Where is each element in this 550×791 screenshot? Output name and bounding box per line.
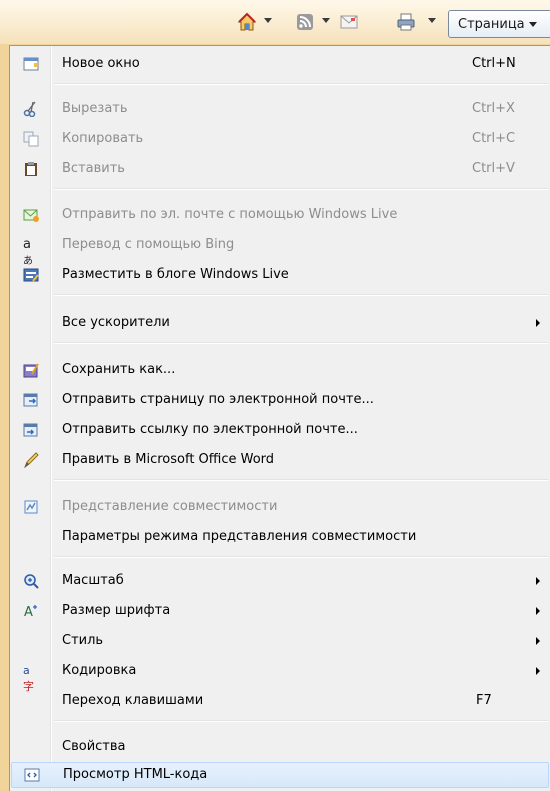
menu-item-send-link-email[interactable]: Отправить ссылку по электронной почте... xyxy=(10,417,550,443)
menu-item-label: Просмотр HTML-кода xyxy=(63,767,208,782)
compatibility-view-icon xyxy=(23,499,39,515)
view-source-icon xyxy=(24,767,40,783)
menu-item-encoding[interactable]: a字 Кодировка xyxy=(10,658,550,693)
menu-item-label: Отправить по эл. почте с помощью Windows… xyxy=(62,207,398,222)
font-size-icon: A xyxy=(23,603,39,620)
translate-icon: aあ xyxy=(23,237,33,267)
submenu-arrow-icon xyxy=(536,319,540,327)
rss-dropdown-icon[interactable] xyxy=(322,18,330,23)
menu-item-copy[interactable]: Копировать Ctrl+C xyxy=(10,126,550,152)
menu-item-label: Сохранить как... xyxy=(62,362,176,377)
menu-item-label: Кодировка xyxy=(62,663,137,678)
menu-item-label: Вырезать xyxy=(62,101,128,116)
submenu-arrow-icon xyxy=(536,667,540,675)
menu-separator xyxy=(54,188,548,190)
menu-separator xyxy=(54,83,548,85)
home-dropdown-icon[interactable] xyxy=(264,18,272,23)
encoding-icon: a字 xyxy=(23,664,34,693)
menu-item-shortcut: F7 xyxy=(476,693,492,708)
menu-item-label: Править в Microsoft Office Word xyxy=(62,452,275,467)
menu-separator xyxy=(54,342,548,344)
paste-icon xyxy=(23,161,39,177)
chevron-down-icon xyxy=(528,21,537,27)
page-menu-button[interactable]: Страница xyxy=(448,10,550,38)
rss-feed-icon[interactable] xyxy=(294,10,316,34)
email-windows-live-icon xyxy=(23,207,39,223)
menu-item-compatibility-settings[interactable]: Параметры режима представления совместим… xyxy=(10,524,550,550)
menu-item-label: Масштаб xyxy=(62,573,124,588)
cut-icon xyxy=(23,101,39,118)
menu-item-send-page-email[interactable]: Отправить страницу по электронной почте.… xyxy=(10,387,550,413)
blog-icon xyxy=(23,267,39,283)
read-mail-icon[interactable] xyxy=(338,10,360,34)
menu-item-caret-browsing[interactable]: Переход клавишами F7 xyxy=(10,688,550,714)
print-dropdown-icon[interactable] xyxy=(428,18,436,23)
menu-separator xyxy=(54,479,548,481)
menu-item-label: Перевод с помощью Bing xyxy=(62,237,235,252)
page-menu-button-label: Страница xyxy=(458,16,525,32)
menu-item-shortcut: Ctrl+C xyxy=(472,131,516,146)
menu-item-edit-in-word[interactable]: Править в Microsoft Office Word xyxy=(10,447,550,473)
menu-item-style[interactable]: Стиль xyxy=(10,628,550,654)
menu-item-label: Вставить xyxy=(62,161,125,176)
submenu-arrow-icon xyxy=(536,607,540,615)
menu-item-label: Представление совместимости xyxy=(62,499,278,514)
menu-item-paste[interactable]: Вставить Ctrl+V xyxy=(10,156,550,182)
menu-item-shortcut: Ctrl+N xyxy=(472,56,516,71)
menu-item-blog-windows-live[interactable]: Разместить в блоге Windows Live xyxy=(10,262,550,288)
menu-item-label: Отправить ссылку по электронной почте... xyxy=(62,422,358,437)
menu-separator xyxy=(54,294,548,296)
page-menu: Новое окно Ctrl+N Вырезать Ctrl+X Копиро… xyxy=(9,45,550,791)
menu-item-all-accelerators[interactable]: Все ускорители xyxy=(10,310,550,336)
menu-item-cut[interactable]: Вырезать Ctrl+X xyxy=(10,96,550,122)
menu-item-label: Отправить страницу по электронной почте.… xyxy=(62,392,374,407)
submenu-arrow-icon xyxy=(536,637,540,645)
menu-item-font-size[interactable]: A Размер шрифта xyxy=(10,598,550,624)
menu-item-translate-bing[interactable]: aあ Перевод с помощью Bing xyxy=(10,232,550,267)
menu-item-zoom[interactable]: Масштаб xyxy=(10,568,550,594)
menu-item-properties[interactable]: Свойства xyxy=(10,734,550,760)
menu-item-label: Новое окно xyxy=(62,56,140,71)
home-icon[interactable] xyxy=(236,10,258,34)
menu-item-label: Свойства xyxy=(62,739,126,754)
menu-item-label: Параметры режима представления совместим… xyxy=(62,529,417,544)
new-window-icon xyxy=(23,56,39,72)
copy-icon xyxy=(23,131,39,147)
menu-item-email-windows-live[interactable]: Отправить по эл. почте с помощью Windows… xyxy=(10,202,550,228)
edit-pencil-icon xyxy=(23,452,39,469)
save-as-icon xyxy=(23,362,39,378)
print-icon[interactable] xyxy=(394,10,418,34)
menu-separator xyxy=(54,720,548,722)
menu-item-label: Размер шрифта xyxy=(62,603,171,618)
toolbar: Страница xyxy=(0,10,550,42)
menu-item-save-as[interactable]: Сохранить как... xyxy=(10,357,550,383)
send-link-icon xyxy=(23,422,39,438)
menu-item-compatibility-view[interactable]: Представление совместимости xyxy=(10,494,550,520)
submenu-arrow-icon xyxy=(536,577,540,585)
menu-item-shortcut: Ctrl+X xyxy=(472,101,515,116)
menu-item-label: Разместить в блоге Windows Live xyxy=(62,267,289,282)
menu-item-label: Копировать xyxy=(62,131,144,146)
menu-item-view-source[interactable]: Просмотр HTML-кода xyxy=(11,762,549,788)
svg-text:A: A xyxy=(24,605,33,619)
menu-item-shortcut: Ctrl+V xyxy=(472,161,515,176)
menu-item-label: Все ускорители xyxy=(62,315,170,330)
menu-item-new-window[interactable]: Новое окно Ctrl+N xyxy=(10,51,550,77)
zoom-icon xyxy=(23,573,39,589)
menu-item-label: Стиль xyxy=(62,633,104,648)
menu-separator xyxy=(54,556,548,558)
send-page-icon xyxy=(23,392,39,408)
menu-item-label: Переход клавишами xyxy=(62,693,204,708)
